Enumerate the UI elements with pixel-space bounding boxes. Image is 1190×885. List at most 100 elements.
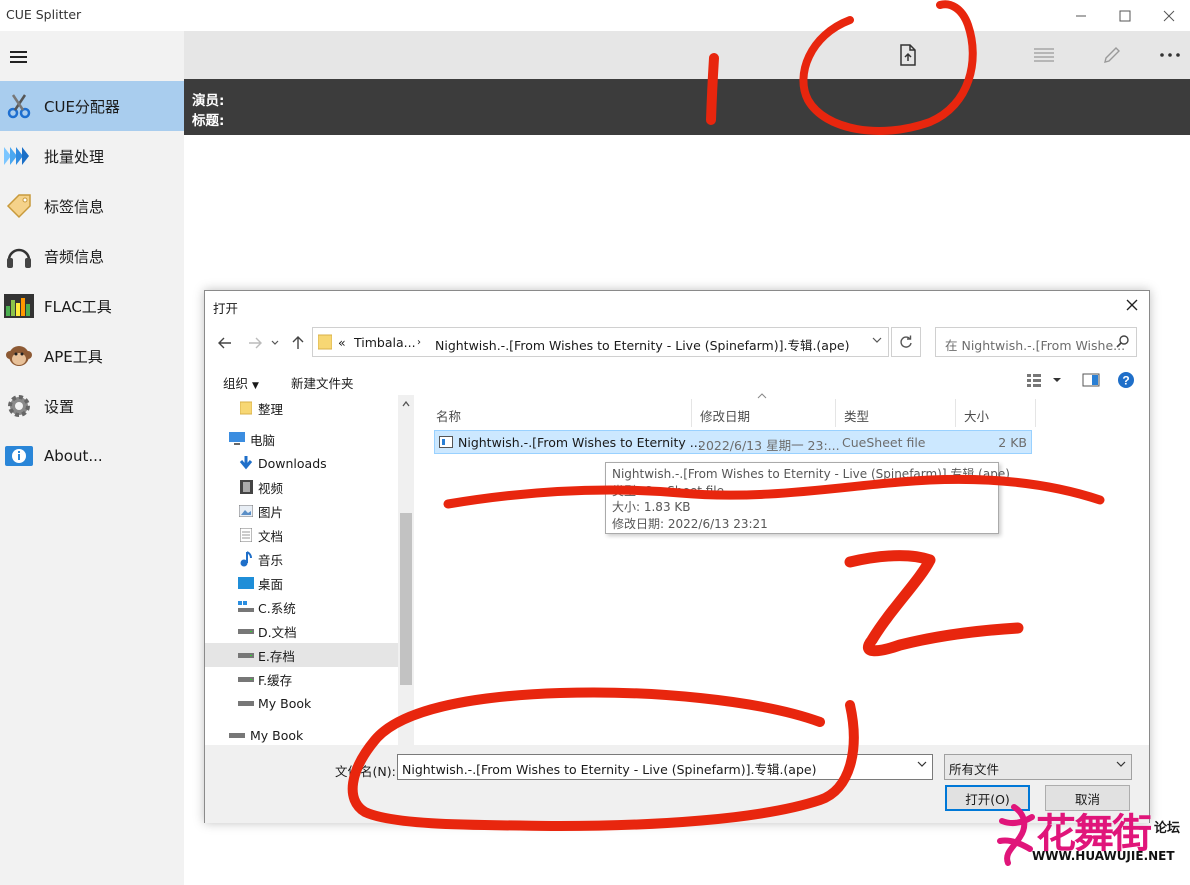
column-header-size[interactable]: 大小 bbox=[956, 399, 1036, 427]
sidebar-item-settings[interactable]: 设置 bbox=[0, 381, 184, 431]
sidebar-item-ape-tools[interactable]: APE工具 bbox=[0, 331, 184, 381]
sidebar-item-label: 音频信息 bbox=[44, 247, 105, 266]
tree-item-computer[interactable]: 电脑 bbox=[205, 427, 398, 451]
svg-text:?: ? bbox=[1122, 374, 1129, 388]
file-row[interactable]: Nightwish.-.[From Wishes to Eternity ...… bbox=[434, 430, 1032, 454]
address-overflow[interactable]: « bbox=[338, 335, 346, 350]
tree-item-drive-e[interactable]: E.存档 bbox=[205, 643, 398, 667]
chevron-down-icon bbox=[917, 761, 927, 767]
search-icon bbox=[1116, 335, 1129, 348]
help-button[interactable]: ? bbox=[1117, 371, 1135, 392]
recent-locations-button[interactable] bbox=[269, 333, 281, 353]
maximize-icon bbox=[1119, 10, 1131, 21]
tree-item-label: C.系统 bbox=[258, 600, 296, 616]
sidebar-item-cue-splitter[interactable]: CUE分配器 bbox=[0, 81, 184, 131]
watermark-forum: 论坛 bbox=[1154, 821, 1181, 836]
tree-item-label: 图片 bbox=[258, 504, 284, 520]
list-view-button[interactable] bbox=[1022, 31, 1066, 79]
sidebar-item-batch[interactable]: 批量处理 bbox=[0, 131, 184, 181]
watermark: 花舞街 论坛 WWW.HUAWUJIE.NET bbox=[994, 799, 1184, 871]
more-dots-icon bbox=[1160, 53, 1180, 57]
view-options-button[interactable] bbox=[1027, 373, 1063, 390]
music-note-icon bbox=[238, 551, 254, 567]
tree-item-drive-c[interactable]: C.系统 bbox=[205, 595, 398, 619]
column-header-date[interactable]: 修改日期 bbox=[692, 399, 836, 427]
tree-item-music[interactable]: 音乐 bbox=[205, 547, 398, 571]
forward-button[interactable] bbox=[245, 333, 265, 353]
open-file-button[interactable] bbox=[886, 31, 930, 79]
sidebar-item-label: 批量处理 bbox=[44, 147, 105, 166]
minimize-button[interactable] bbox=[1058, 0, 1104, 31]
scissors-icon bbox=[4, 91, 34, 121]
sidebar-item-tags[interactable]: 标签信息 bbox=[0, 181, 184, 231]
cue-file-icon bbox=[439, 436, 453, 448]
edit-button[interactable] bbox=[1090, 31, 1134, 79]
sidebar-item-label: 设置 bbox=[44, 397, 75, 416]
tooltip-name: Nightwish.-.[From Wishes to Eternity - L… bbox=[612, 467, 1010, 481]
up-button[interactable] bbox=[288, 333, 308, 353]
pencil-icon bbox=[1104, 47, 1120, 63]
filename-label: 文件名(N): bbox=[335, 764, 396, 779]
close-icon bbox=[1126, 299, 1138, 311]
file-name: Nightwish.-.[From Wishes to Eternity ... bbox=[458, 435, 702, 450]
file-type-select[interactable]: 所有文件 bbox=[944, 754, 1132, 780]
column-header-name[interactable]: 名称 bbox=[428, 399, 692, 427]
tree-item-documents[interactable]: 文档 bbox=[205, 523, 398, 547]
filename-input[interactable]: Nightwish.-.[From Wishes to Eternity - L… bbox=[397, 754, 933, 780]
close-icon bbox=[1163, 10, 1175, 21]
sidebar-item-label: FLAC工具 bbox=[44, 297, 112, 316]
monkey-icon bbox=[4, 341, 34, 371]
sidebar-item-label: CUE分配器 bbox=[44, 97, 120, 116]
scrollbar-thumb[interactable] bbox=[400, 513, 412, 685]
tree-item-label: My Book bbox=[250, 727, 304, 743]
info-icon bbox=[4, 441, 34, 471]
file-tooltip: Nightwish.-.[From Wishes to Eternity - L… bbox=[605, 462, 1010, 534]
maximize-button[interactable] bbox=[1102, 0, 1148, 31]
arrow-left-icon bbox=[218, 337, 231, 349]
sidebar-item-label: APE工具 bbox=[44, 347, 103, 366]
tree-scrollbar[interactable] bbox=[398, 395, 414, 745]
tooltip-date: 修改日期: 2022/6/13 23:21 bbox=[612, 516, 768, 531]
chevron-down-icon: ▼ bbox=[252, 381, 259, 391]
back-button[interactable] bbox=[215, 333, 235, 353]
close-button[interactable] bbox=[1146, 0, 1190, 31]
tree-item-label: 桌面 bbox=[258, 576, 284, 592]
file-type: CueSheet file bbox=[842, 435, 926, 450]
tree-item-desktop[interactable]: 桌面 bbox=[205, 571, 398, 595]
breadcrumb-current[interactable]: Nightwish.-.[From Wishes to Eternity - L… bbox=[435, 335, 849, 354]
tree-item-drive-f[interactable]: F.缓存 bbox=[205, 667, 398, 691]
title-label: 标题: bbox=[192, 113, 225, 129]
sidebar-item-about[interactable]: About... bbox=[0, 431, 184, 481]
column-header-type[interactable]: 类型 bbox=[836, 399, 956, 427]
arrow-up-icon bbox=[292, 336, 304, 349]
tree-item-videos[interactable]: 视频 bbox=[205, 475, 398, 499]
hamburger-menu-icon[interactable] bbox=[10, 51, 27, 63]
video-icon bbox=[238, 480, 254, 494]
address-bar[interactable]: « Timbala... › Nightwish.-.[From Wishes … bbox=[312, 327, 889, 357]
search-input[interactable]: 在 Nightwish.-.[From Wishe... bbox=[935, 327, 1137, 357]
dialog-close-button[interactable] bbox=[1119, 293, 1145, 317]
tree-item-folder[interactable]: 整理 bbox=[205, 396, 398, 420]
tree-item-mybook[interactable]: My Book bbox=[205, 691, 398, 715]
tree-item-label: E.存档 bbox=[258, 648, 295, 664]
breadcrumb-timbala[interactable]: Timbala... bbox=[354, 335, 416, 350]
tree-item-pictures[interactable]: 图片 bbox=[205, 499, 398, 523]
view-icon bbox=[1027, 374, 1061, 387]
tree-item-drive-d[interactable]: D.文档 bbox=[205, 619, 398, 643]
organize-button[interactable]: 组织 ▼ bbox=[223, 373, 259, 392]
minimize-icon bbox=[1076, 15, 1086, 16]
more-button[interactable] bbox=[1148, 31, 1190, 79]
new-folder-button[interactable]: 新建文件夹 bbox=[291, 373, 354, 392]
folder-icon bbox=[318, 334, 332, 350]
sidebar-item-flac-tools[interactable]: FLAC工具 bbox=[0, 281, 184, 331]
dialog-command-bar: 组织 ▼ 新建文件夹 ? bbox=[205, 367, 1149, 395]
preview-pane-button[interactable] bbox=[1082, 373, 1100, 390]
refresh-button[interactable] bbox=[891, 327, 921, 357]
command-toolbar bbox=[184, 31, 1190, 79]
sidebar-item-audio-info[interactable]: 音频信息 bbox=[0, 231, 184, 281]
tree-item-downloads[interactable]: Downloads bbox=[205, 451, 398, 475]
filename-value: Nightwish.-.[From Wishes to Eternity - L… bbox=[402, 762, 817, 777]
tag-icon bbox=[4, 191, 34, 221]
tree-item-mybook-2[interactable]: My Book bbox=[205, 723, 398, 745]
tree-item-label: 文档 bbox=[258, 528, 284, 544]
